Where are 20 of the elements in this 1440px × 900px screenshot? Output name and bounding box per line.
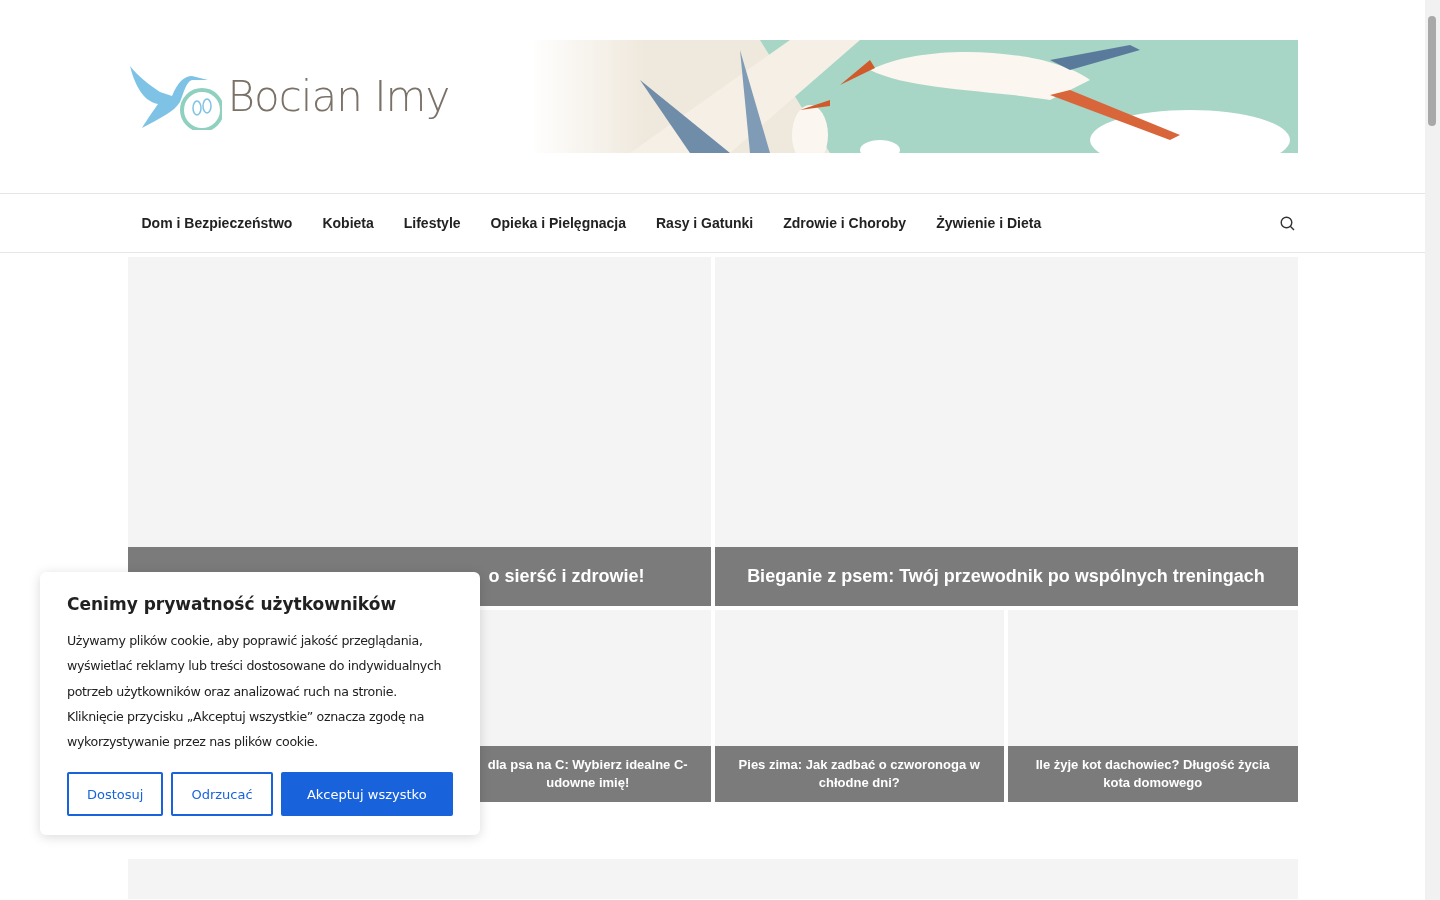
post-title[interactable]: Pies zima: Jak zadbać o czworonoga w chłodne dni? [734, 756, 984, 792]
dialog-text: Używamy plików cookie, aby poprawić jakość przeglądania, wyświetlać reklamy lub treści dostosowane do indywidualnych potrzeb użytkowników oraz analizować ruch na stronie. Kliknięcie przycisku „Akceptuj wszystkie” oznacza zgodę na wykorzystywanie przez nas plików cookie. [67, 632, 443, 752]
post-title[interactable]: dla psa na C: Wybierz idealne C-udowne imię! [485, 756, 691, 792]
post-title[interactable]: Bieganie z psem: Twój przewodnik po wspólnych treningach [747, 566, 1265, 587]
scrollbar[interactable] [1425, 0, 1440, 900]
nav-link[interactable]: Żywienie i Dieta [936, 215, 1042, 231]
outline-button[interactable]: Dostosuj [67, 772, 164, 817]
dialog-title: Cenimy prywatność użytkowników [67, 594, 398, 614]
post-title[interactable]: o sierść i zdrowie! [488, 566, 645, 587]
outline-button[interactable]: Odrzucać [171, 772, 273, 817]
nav-link[interactable]: Kobieta [322, 215, 374, 231]
nav-link[interactable]: Opieka i Pielęgnacja [490, 215, 626, 231]
nav-link[interactable]: Dom i Bezpieczeństwo [141, 215, 293, 231]
nav-link[interactable]: Zdrowie i Choroby [783, 215, 907, 231]
search-icon[interactable] [1279, 215, 1295, 231]
nav-link[interactable]: Lifestyle [403, 215, 461, 231]
site-logo-text[interactable]: Bocian Imy [227, 71, 450, 121]
post-title[interactable]: Ile żyje kot dachowiec? Długość życia kota domowego [1028, 756, 1278, 792]
accept-button[interactable]: Akceptuj wszystko [280, 772, 453, 817]
nav-link[interactable]: Rasy i Gatunki [656, 215, 754, 231]
